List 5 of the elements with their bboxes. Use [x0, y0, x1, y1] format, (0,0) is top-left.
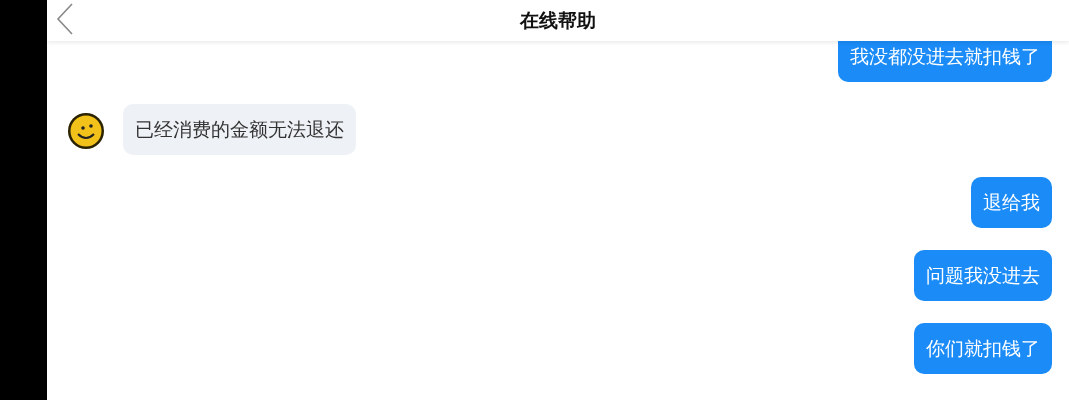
- message-bubble: 已经消费的金额无法退还: [123, 104, 356, 155]
- message-bubble: 问题我没进去: [914, 250, 1052, 301]
- message-bubble: 退给我: [971, 177, 1052, 228]
- message-bubble: 你们就扣钱了: [914, 323, 1052, 374]
- page-title: 在线帮助: [520, 7, 596, 33]
